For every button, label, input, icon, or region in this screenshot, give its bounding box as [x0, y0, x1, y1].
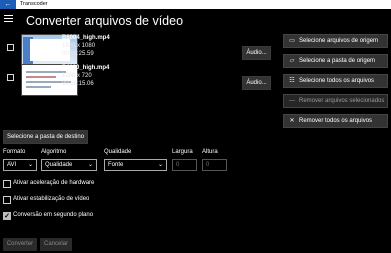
hardware-acceleration-checkbox[interactable] — [3, 180, 11, 188]
file-checkbox-1[interactable] — [7, 44, 14, 51]
select-all-icon: ☷ — [289, 78, 295, 84]
background-conversion-checkbox[interactable]: ✓ — [3, 212, 11, 220]
background-conversion-label: Conversão em segundo plano — [13, 212, 94, 218]
select-source-files-button[interactable]: ▭ Selecione arquivos de origem — [283, 34, 388, 48]
width-input[interactable]: 0 — [172, 159, 197, 171]
height-input[interactable]: 0 — [202, 159, 227, 171]
back-arrow-icon[interactable]: ← — [0, 0, 16, 9]
file-name-2: P4100_high.mp4 — [62, 65, 110, 71]
file-duration-2: 00:26:15.06 — [62, 81, 94, 87]
hamburger-menu-icon[interactable] — [4, 15, 13, 24]
remove-all-button[interactable]: ✕ Remover todos os arquivos — [283, 114, 388, 128]
app-title: Transcoder — [20, 1, 48, 7]
height-label: Altura — [202, 149, 218, 155]
audio-button-1[interactable]: Áudio... — [242, 46, 271, 60]
file-resolution-1: 1920 x 1080 — [62, 43, 96, 49]
select-source-folder-button[interactable]: ▱ Selecione a pasta de origem — [283, 54, 388, 68]
page-title: Converter arquivos de vídeo — [26, 14, 184, 28]
select-destination-folder-button[interactable]: Selecione a pasta de destino — [3, 130, 88, 144]
file-checkbox-2[interactable] — [7, 74, 14, 81]
video-stabilization-checkbox[interactable] — [3, 196, 11, 204]
algorithm-label: Algoritmo — [41, 149, 67, 155]
folder-icon: ▱ — [289, 58, 295, 64]
file-name-1: B8004_high.mp4 — [62, 35, 110, 41]
file-duration-1: 00:59:25.59 — [62, 51, 94, 57]
checkmark-icon: ✓ — [4, 213, 10, 220]
video-stabilization-label: Ativar estabilização de vídeo — [13, 196, 90, 202]
cancel-button[interactable]: Cancelar — [40, 238, 72, 251]
title-bar: ← Transcoder — [0, 0, 391, 9]
close-icon: ✕ — [289, 118, 295, 124]
algorithm-select[interactable]: Qualidade ⌄ — [41, 159, 97, 171]
file-resolution-2: 1280 x 720 — [62, 73, 92, 79]
quality-select[interactable]: Fonte ⌄ — [104, 159, 167, 171]
chevron-down-icon: ⌄ — [27, 162, 33, 168]
select-all-button[interactable]: ☷ Selecione todos os arquivos — [283, 74, 388, 88]
minus-icon: — — [289, 98, 295, 104]
convert-button[interactable]: Converter — [3, 238, 37, 251]
format-label: Formato — [3, 149, 26, 155]
width-label: Largura — [172, 149, 193, 155]
chevron-down-icon: ⌄ — [87, 162, 93, 168]
quality-label: Qualidade — [104, 149, 132, 155]
chevron-down-icon: ⌄ — [157, 162, 163, 168]
format-select[interactable]: AVI ⌄ — [3, 159, 37, 171]
audio-button-2[interactable]: Áudio... — [242, 76, 271, 90]
hardware-acceleration-label: Ativar aceleração de hardware — [13, 180, 95, 186]
remove-selected-button[interactable]: — Remover arquivos selecionados — [283, 94, 388, 108]
file-icon: ▭ — [289, 38, 295, 44]
